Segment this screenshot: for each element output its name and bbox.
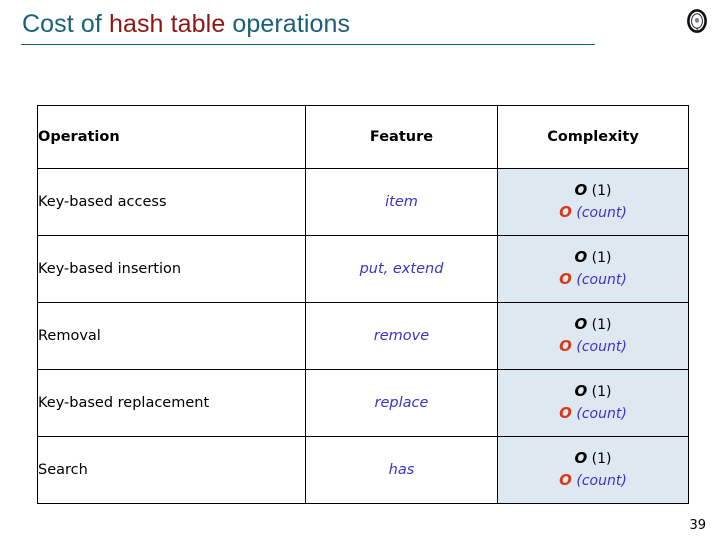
cell-feature: put, extend	[305, 235, 498, 303]
complexity-line-worst: O (count)	[498, 470, 688, 492]
complexity-line-best: O (1)	[498, 381, 688, 403]
complexity-o-symbol: O	[574, 449, 588, 468]
cell-feature: has	[305, 436, 498, 504]
complexity-line-best: O (1)	[498, 448, 688, 470]
cell-feature: replace	[305, 369, 498, 437]
complexity-argument: (1)	[587, 250, 612, 267]
complexity-o-symbol-worst: O	[559, 270, 572, 288]
table-header-row: Operation Feature Complexity	[37, 105, 689, 169]
cell-feature: remove	[305, 302, 498, 370]
cell-operation: Key-based access	[37, 168, 306, 236]
complexity-line-best: O (1)	[498, 314, 688, 336]
table-row: Search has O (1) O (count)	[37, 436, 689, 504]
page-title-segment-2: hash table	[108, 10, 233, 38]
complexity-argument-worst: (count)	[571, 272, 627, 288]
column-header-complexity: Complexity	[497, 105, 689, 169]
column-header-operation: Operation	[37, 105, 306, 169]
complexity-line-worst: O (count)	[498, 269, 688, 291]
complexity-o-symbol: O	[574, 315, 588, 334]
complexity-line-worst: O (count)	[498, 202, 688, 224]
complexity-o-symbol-worst: O	[559, 471, 572, 489]
page-title: Cost of hash table operations	[22, 9, 350, 39]
cell-complexity: O (1) O (count)	[497, 235, 689, 303]
complexity-o-symbol: O	[574, 181, 588, 200]
complexity-line-worst: O (count)	[498, 336, 688, 358]
complexity-line-best: O (1)	[498, 247, 688, 269]
cell-complexity: O (1) O (count)	[497, 168, 689, 236]
cell-operation: Search	[37, 436, 306, 504]
complexity-argument: (1)	[587, 317, 612, 334]
complexity-line-worst: O (count)	[498, 403, 688, 425]
complexity-argument-worst: (count)	[571, 339, 627, 355]
table-row: Key-based access item O (1) O (count)	[37, 168, 689, 236]
page-number: 39	[689, 518, 706, 533]
complexity-argument: (1)	[587, 183, 612, 200]
cell-operation: Key-based replacement	[37, 369, 306, 437]
cost-of-hash-table-operations-table: Operation Feature Complexity Key-based a…	[37, 105, 689, 504]
complexity-argument-worst: (count)	[571, 205, 627, 221]
table-row: Key-based replacement replace O (1) O (c…	[37, 369, 689, 437]
complexity-line-best: O (1)	[498, 180, 688, 202]
complexity-o-symbol-worst: O	[559, 404, 572, 422]
table-row: Key-based insertion put, extend O (1) O …	[37, 235, 689, 303]
cell-complexity: O (1) O (count)	[497, 302, 689, 370]
complexity-argument-worst: (count)	[571, 473, 627, 489]
cell-complexity: O (1) O (count)	[497, 436, 689, 504]
slide-header: Cost of hash table operations	[0, 0, 720, 52]
complexity-o-symbol-worst: O	[559, 337, 572, 355]
column-header-feature: Feature	[305, 105, 498, 169]
disc-icon	[683, 7, 711, 35]
complexity-o-symbol: O	[574, 382, 588, 401]
complexity-o-symbol-worst: O	[559, 203, 572, 221]
complexity-o-symbol: O	[574, 248, 588, 267]
cell-feature: item	[305, 168, 498, 236]
table-row: Removal remove O (1) O (count)	[37, 302, 689, 370]
complexity-argument: (1)	[587, 451, 612, 468]
cell-operation: Removal	[37, 302, 306, 370]
complexity-argument: (1)	[587, 384, 612, 401]
cell-complexity: O (1) O (count)	[497, 369, 689, 437]
page-title-segment-3: operations	[232, 10, 351, 38]
page-title-segment-1: Cost of	[22, 10, 109, 38]
title-underline-rule	[21, 44, 595, 45]
complexity-argument-worst: (count)	[571, 406, 627, 422]
cell-operation: Key-based insertion	[37, 235, 306, 303]
